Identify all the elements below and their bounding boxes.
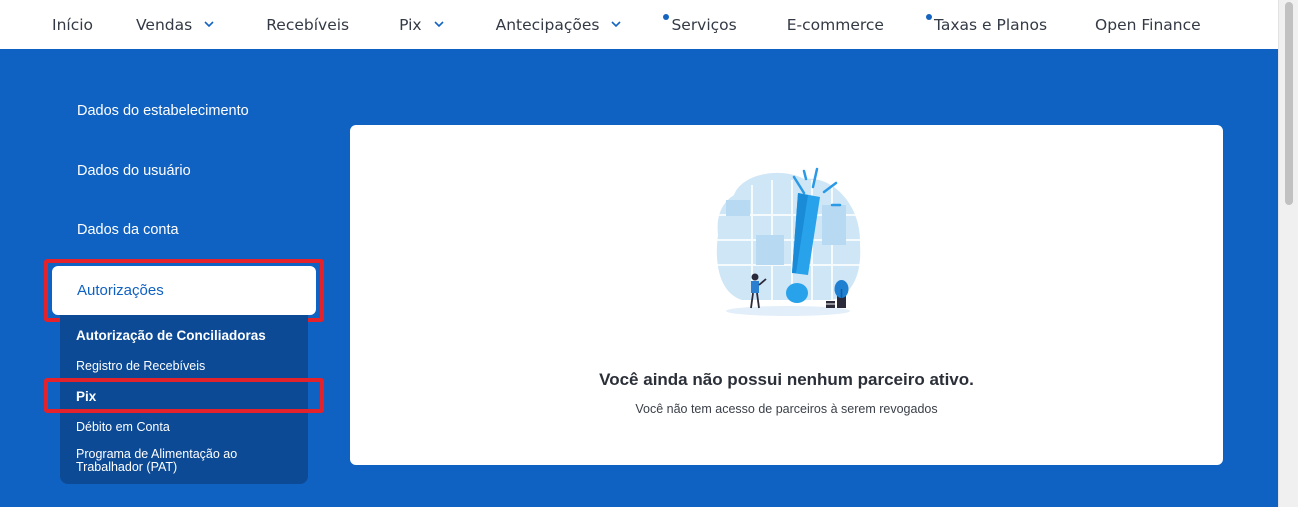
nav-inicio[interactable]: Início xyxy=(52,16,93,34)
nav-open-finance[interactable]: Open Finance xyxy=(1095,16,1201,34)
notification-dot-icon xyxy=(663,13,670,20)
sidebar-item-dados-estabelecimento[interactable]: Dados do estabelecimento xyxy=(77,103,249,119)
autorizacoes-submenu: Autorização de Conciliadoras Registro de… xyxy=(60,315,308,484)
nav-taxas-planos[interactable]: Taxas e Planos xyxy=(925,13,1048,34)
nav-pix[interactable]: Pix xyxy=(399,16,444,34)
chevron-down-icon xyxy=(434,21,444,28)
empty-state-subtitle: Você não tem acesso de parceiros à serem… xyxy=(635,402,938,416)
nav-vendas[interactable]: Vendas xyxy=(136,16,214,34)
nav-taxas-planos-label: Taxas e Planos xyxy=(933,15,1048,34)
nav-pix-label: Pix xyxy=(399,15,422,34)
chevron-down-icon xyxy=(204,21,214,28)
nav-recebiveis[interactable]: Recebíveis xyxy=(266,16,349,34)
sidebar-item-dados-usuario[interactable]: Dados do usuário xyxy=(77,163,191,179)
submenu-item-pix[interactable]: Pix xyxy=(76,390,96,404)
nav-vendas-label: Vendas xyxy=(136,15,193,34)
submenu-item-registro-recebiveis[interactable]: Registro de Recebíveis xyxy=(76,360,205,373)
top-navigation: Início Vendas Recebíveis Pix Antecipaçõe… xyxy=(0,0,1278,49)
empty-state-card: Você ainda não possui nenhum parceiro at… xyxy=(350,125,1223,465)
sidebar-item-autorizacoes-label: Autorizações xyxy=(77,282,164,299)
submenu-item-pat[interactable]: Programa de Alimentação ao Trabalhador (… xyxy=(76,448,276,474)
empty-state-title: Você ainda não possui nenhum parceiro at… xyxy=(599,370,974,389)
nav-servicos-label: Serviços xyxy=(671,15,737,34)
submenu-item-debito-conta[interactable]: Débito em Conta xyxy=(76,421,170,434)
submenu-item-conciliadoras[interactable]: Autorização de Conciliadoras xyxy=(76,329,266,343)
nav-recebiveis-label: Recebíveis xyxy=(266,15,350,34)
nav-antecipacoes-label: Antecipações xyxy=(495,15,600,34)
chevron-down-icon xyxy=(611,21,622,28)
nav-inicio-label: Início xyxy=(52,15,94,34)
sidebar-item-autorizacoes[interactable]: Autorizações xyxy=(52,266,316,315)
notification-dot-icon xyxy=(925,13,932,20)
main-content: Dados do estabelecimento Dados do usuári… xyxy=(0,49,1278,507)
nav-antecipacoes[interactable]: Antecipações xyxy=(496,16,622,34)
nav-open-finance-label: Open Finance xyxy=(1095,15,1201,34)
nav-servicos[interactable]: Serviços xyxy=(663,13,737,34)
page-scrollbar[interactable] xyxy=(1278,0,1298,507)
nav-ecommerce-label: E-commerce xyxy=(786,15,884,34)
exclamation-illustration-icon xyxy=(716,167,861,316)
scrollbar-thumb[interactable] xyxy=(1285,2,1293,205)
sidebar-item-dados-conta[interactable]: Dados da conta xyxy=(77,222,179,238)
nav-ecommerce[interactable]: E-commerce xyxy=(787,16,884,34)
